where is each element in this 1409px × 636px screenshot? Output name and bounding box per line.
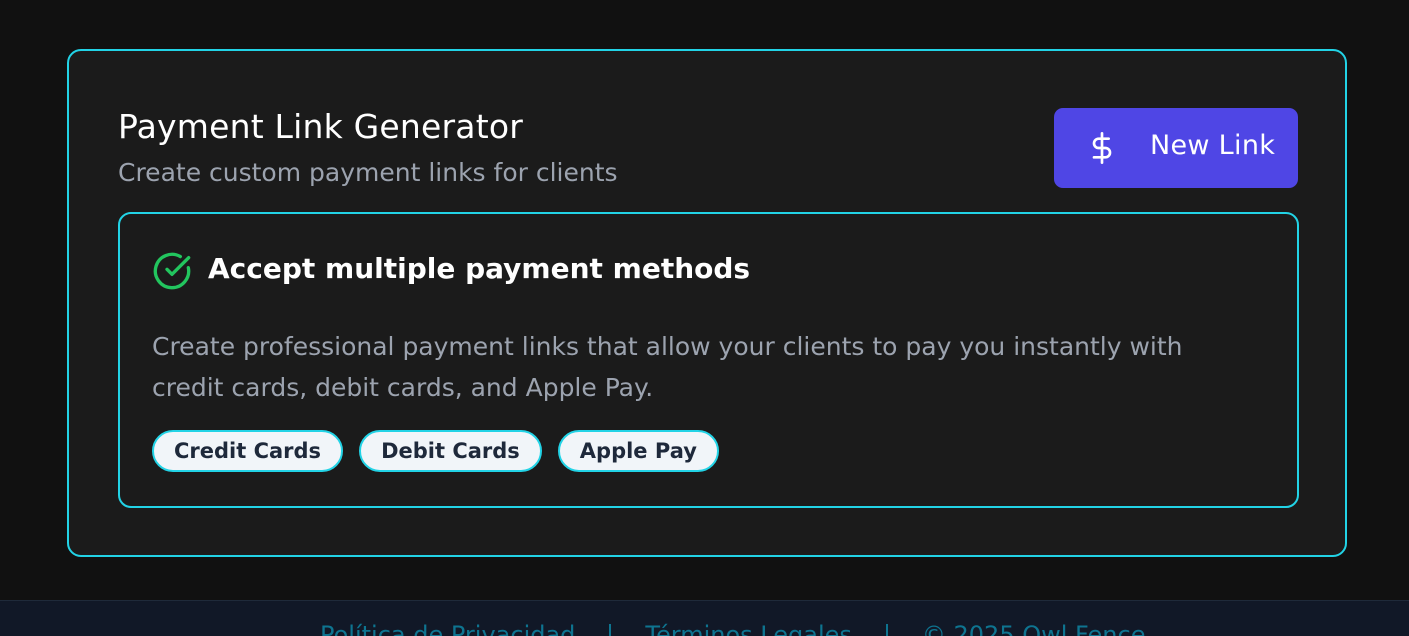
footer: Política de Privacidad Términos Legales … (0, 600, 1409, 636)
new-link-label: New Link (1150, 130, 1276, 161)
check-circle-icon (153, 252, 191, 290)
footer-link-terms[interactable]: Términos Legales (645, 621, 851, 636)
feature-heading: Accept multiple payment methods (208, 252, 751, 285)
card-subtitle: Create custom payment links for clients (118, 158, 618, 187)
payment-method-chips: Credit Cards Debit Cards Apple Pay (152, 430, 719, 472)
footer-divider (609, 624, 612, 636)
footer-link-privacy[interactable]: Política de Privacidad (320, 621, 575, 636)
payment-methods-panel: Accept multiple payment methods Create p… (118, 212, 1299, 508)
dollar-icon (1092, 132, 1112, 164)
card-title: Payment Link Generator (118, 107, 524, 146)
payment-link-generator-card: Payment Link Generator Create custom pay… (67, 49, 1347, 557)
feature-description: Create professional payment links that a… (152, 332, 1183, 402)
footer-copyright: © 2025 Owl Fence (921, 621, 1146, 636)
chip-credit-cards: Credit Cards (152, 430, 344, 472)
new-link-button[interactable]: New Link (1054, 108, 1298, 188)
footer-divider (885, 624, 888, 636)
chip-debit-cards: Debit Cards (359, 430, 542, 472)
chip-apple-pay: Apple Pay (557, 430, 719, 472)
